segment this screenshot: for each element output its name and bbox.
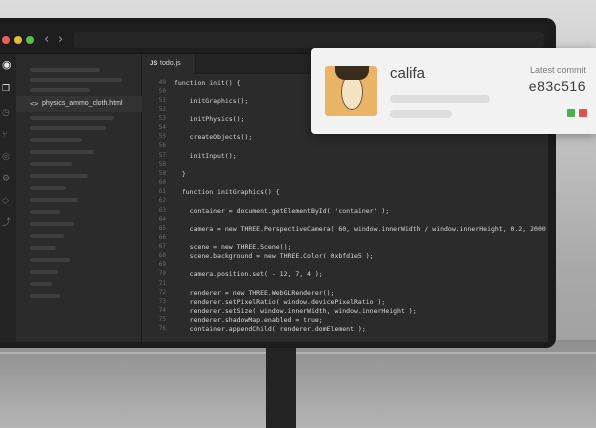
- code-text: container.appendChild( renderer.domEleme…: [174, 325, 366, 333]
- line-number: 56: [158, 142, 166, 149]
- tree-placeholder: [30, 78, 122, 82]
- line-number: 76: [158, 325, 166, 332]
- forward-arrow-icon[interactable]: ›: [58, 33, 63, 46]
- tag-icon[interactable]: ◇: [2, 196, 12, 206]
- latest-commit-label: Latest commit: [529, 65, 586, 75]
- history-icon[interactable]: ◷: [2, 108, 12, 118]
- avatar-hair: [335, 66, 369, 80]
- line-number: 62: [158, 197, 166, 204]
- author-name: califa: [390, 65, 426, 82]
- tree-placeholder: [30, 246, 56, 250]
- commit-icon[interactable]: ◎: [2, 152, 12, 162]
- tree-placeholder: [30, 138, 82, 142]
- activity-bar: ◉ ❐ ◷ ⑂ ◎ ⚙ ◇ ⤴: [0, 54, 16, 342]
- share-icon[interactable]: ⤴: [2, 218, 12, 228]
- detail-placeholder: [390, 95, 490, 103]
- file-item-label: physics_ammo_cloth.html: [42, 100, 123, 107]
- settings-icon[interactable]: ⚙: [2, 174, 12, 184]
- diff-removed-indicator: [579, 109, 587, 117]
- code-line: 56: [142, 141, 548, 151]
- tree-placeholder: [30, 234, 64, 238]
- monitor-stand: [266, 348, 296, 428]
- code-line: 76 container.appendChild( renderer.domEl…: [142, 324, 548, 334]
- tab-todo-js[interactable]: JS todo.js: [142, 54, 196, 74]
- commit-notification-card[interactable]: califa Latest commit e83c516: [311, 48, 596, 134]
- tree-placeholder: [30, 210, 60, 214]
- tree-placeholder: [30, 198, 78, 202]
- file-explorer-sidebar: <> physics_ammo_cloth.html: [16, 54, 142, 342]
- tree-placeholder: [30, 222, 74, 226]
- line-number: 70: [158, 270, 166, 277]
- avatar: [325, 66, 377, 116]
- tab-label: todo.js: [160, 60, 181, 67]
- tree-placeholder: [30, 88, 90, 92]
- minimize-window-button[interactable]: [14, 36, 22, 44]
- code-line: 62: [142, 196, 548, 206]
- tree-placeholder: [30, 282, 52, 286]
- maximize-window-button[interactable]: [26, 36, 34, 44]
- tree-placeholder: [30, 258, 70, 262]
- tree-placeholder: [30, 270, 58, 274]
- back-arrow-icon[interactable]: ‹: [44, 33, 49, 46]
- files-icon[interactable]: ❐: [2, 84, 12, 94]
- code-text: camera.position.set( - 12, 7, 4 );: [174, 270, 323, 278]
- detail-placeholder: [390, 110, 452, 118]
- github-icon[interactable]: ◉: [2, 59, 12, 70]
- branch-icon[interactable]: ⑂: [2, 130, 12, 140]
- diff-added-indicator: [567, 109, 575, 117]
- code-line: 70 camera.position.set( - 12, 7, 4 );: [142, 269, 548, 279]
- tree-placeholder: [30, 294, 60, 298]
- commit-hash[interactable]: e83c516: [529, 78, 586, 94]
- tree-placeholder: [30, 162, 72, 166]
- file-item-active[interactable]: <> physics_ammo_cloth.html: [16, 96, 142, 112]
- address-bar[interactable]: [74, 32, 544, 48]
- tree-placeholder: [30, 68, 100, 72]
- code-file-icon: <>: [30, 100, 39, 108]
- background-desk-edge: [0, 352, 596, 354]
- tree-placeholder: [30, 186, 66, 190]
- tree-placeholder: [30, 150, 94, 154]
- tree-placeholder: [30, 116, 114, 120]
- close-window-button[interactable]: [2, 36, 10, 44]
- javascript-file-icon: JS: [150, 61, 158, 67]
- tree-placeholder: [30, 126, 106, 130]
- tree-placeholder: [30, 174, 88, 178]
